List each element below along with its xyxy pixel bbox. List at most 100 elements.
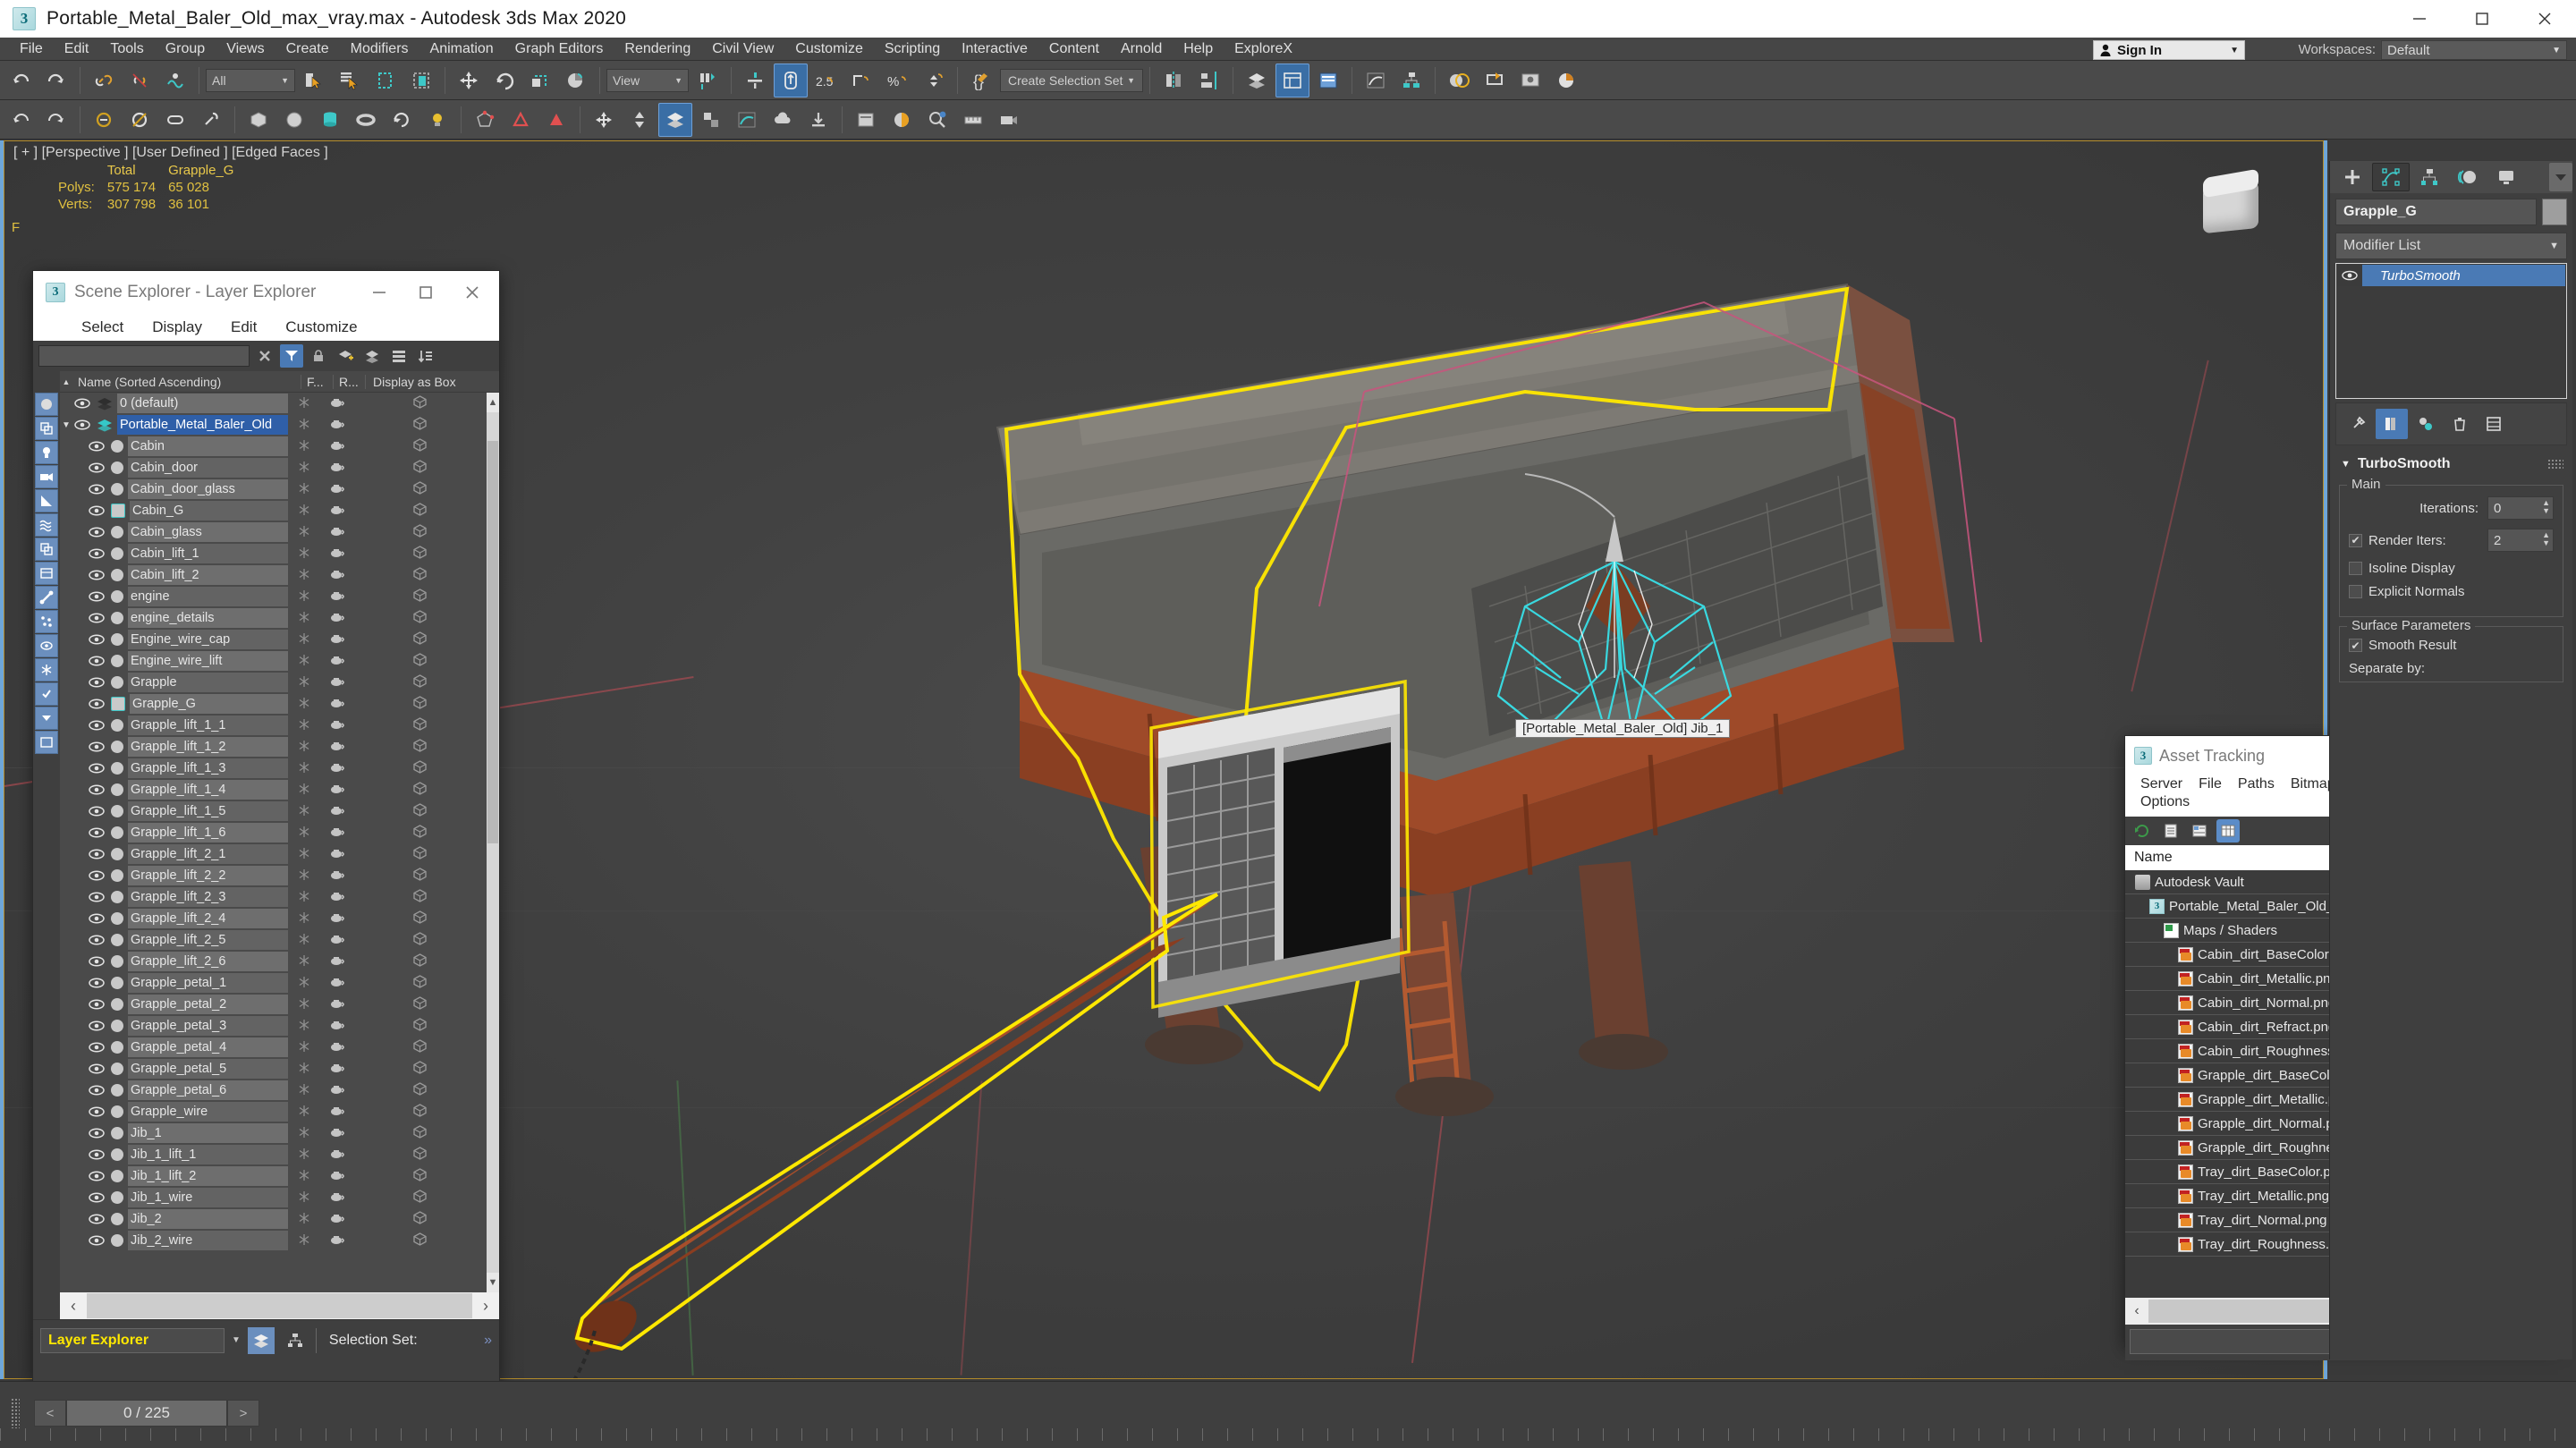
- layer-name[interactable]: Grapple_lift_1_5: [128, 801, 288, 821]
- object-color-swatch[interactable]: [111, 1105, 123, 1118]
- layer-row[interactable]: Grapple_petal_5: [60, 1058, 487, 1080]
- freeze-toggle-icon[interactable]: [288, 826, 320, 841]
- display-as-box-toggle-icon[interactable]: [352, 695, 487, 713]
- se-menu-select[interactable]: Select: [67, 318, 138, 336]
- display-as-box-toggle-icon[interactable]: [352, 1081, 487, 1099]
- object-color-swatch[interactable]: [111, 1191, 123, 1204]
- vertex-subobject-icon[interactable]: [468, 103, 502, 137]
- visibility-toggle-icon[interactable]: [87, 505, 106, 516]
- wrench-tool-icon[interactable]: [194, 103, 228, 137]
- display-as-box-toggle-icon[interactable]: [352, 416, 487, 434]
- renderable-toggle-icon[interactable]: [320, 890, 352, 904]
- filter-groups-icon[interactable]: [35, 538, 58, 561]
- menu-edit[interactable]: Edit: [54, 38, 100, 61]
- freeze-toggle-icon[interactable]: [288, 1147, 320, 1163]
- se-menu-edit[interactable]: Edit: [216, 318, 271, 336]
- object-color-swatch[interactable]: [111, 891, 123, 903]
- toggle-scene-explorer-icon[interactable]: [1275, 63, 1309, 97]
- display-as-box-toggle-icon[interactable]: [352, 1124, 487, 1142]
- filter-lights-icon[interactable]: [35, 441, 58, 464]
- renderable-toggle-icon[interactable]: [320, 826, 352, 840]
- renderable-toggle-icon[interactable]: [320, 1105, 352, 1119]
- unlink-icon[interactable]: [123, 103, 157, 137]
- renderable-toggle-icon[interactable]: [320, 1062, 352, 1076]
- menu-create[interactable]: Create: [275, 38, 340, 61]
- display-as-box-toggle-icon[interactable]: [352, 394, 487, 412]
- layer-name[interactable]: Grapple_lift_2_3: [128, 887, 288, 907]
- edit-named-selection-sets-icon[interactable]: {}: [964, 64, 998, 97]
- layer-row[interactable]: Cabin_lift_1: [60, 543, 487, 564]
- freeze-toggle-icon[interactable]: [288, 1212, 320, 1227]
- select-and-rotate-icon[interactable]: [487, 64, 521, 97]
- freeze-toggle-icon[interactable]: [288, 461, 320, 476]
- display-as-box-toggle-icon[interactable]: [352, 673, 487, 691]
- renderable-toggle-icon[interactable]: [320, 611, 352, 625]
- display-as-box-toggle-icon[interactable]: [352, 910, 487, 927]
- display-tab[interactable]: [2487, 163, 2525, 191]
- use-pivot-point-center-icon[interactable]: [691, 64, 724, 97]
- display-as-box-toggle-icon[interactable]: [352, 609, 487, 627]
- layer-row[interactable]: engine: [60, 586, 487, 607]
- group-icon[interactable]: [111, 697, 125, 711]
- content-browser-icon[interactable]: [849, 103, 883, 137]
- layer-name[interactable]: Jib_1_lift_2: [128, 1166, 288, 1186]
- expand-all-icon[interactable]: [360, 344, 384, 368]
- display-as-box-toggle-icon[interactable]: [352, 1189, 487, 1207]
- show-end-result-icon[interactable]: [2376, 409, 2408, 439]
- display-as-box-toggle-icon[interactable]: [352, 974, 487, 992]
- isoline-display-checkbox[interactable]: Isoline Display: [2349, 561, 2554, 576]
- viewport-label[interactable]: [ + ] [Perspective ] [User Defined ] [Ed…: [13, 145, 328, 161]
- object-color-swatch[interactable]: [111, 612, 123, 624]
- object-color-swatch[interactable]: [111, 547, 123, 560]
- visibility-toggle-icon[interactable]: [72, 398, 92, 409]
- remove-modifier-icon[interactable]: [2444, 409, 2476, 439]
- layer-name[interactable]: engine: [128, 587, 288, 606]
- object-color-swatch[interactable]: [111, 1127, 123, 1139]
- layer-name[interactable]: Jib_2: [128, 1209, 288, 1229]
- renderable-toggle-icon[interactable]: [320, 761, 352, 775]
- visibility-toggle-icon[interactable]: [87, 570, 106, 580]
- layer-name[interactable]: Grapple_lift_1_3: [128, 758, 288, 778]
- modifier-visibility-toggle-icon[interactable]: [2337, 265, 2362, 286]
- toggle-layer-explorer-icon[interactable]: [1240, 64, 1274, 97]
- visibility-toggle-icon[interactable]: [87, 1171, 106, 1181]
- visibility-toggle-icon[interactable]: [87, 913, 106, 924]
- object-color-swatch[interactable]: [111, 1148, 123, 1161]
- cylinder-primitive-icon[interactable]: [313, 103, 347, 137]
- visibility-toggle-icon[interactable]: [87, 892, 106, 902]
- hscroll-track[interactable]: [87, 1293, 472, 1318]
- create-tab[interactable]: [2334, 163, 2371, 191]
- add-layer-icon[interactable]: [334, 344, 357, 368]
- layer-row[interactable]: Grapple_lift_1_3: [60, 758, 487, 779]
- layers-icon[interactable]: [97, 419, 113, 432]
- renderable-toggle-icon[interactable]: [320, 1212, 352, 1226]
- view-cube[interactable]: [2192, 168, 2269, 245]
- layer-name[interactable]: Grapple_lift_2_2: [128, 866, 288, 885]
- minimize-button[interactable]: [2388, 0, 2451, 38]
- visibility-toggle-icon[interactable]: [87, 784, 106, 795]
- visibility-toggle-icon[interactable]: [87, 827, 106, 838]
- layer-row[interactable]: Grapple_petal_1: [60, 972, 487, 994]
- refresh-icon[interactable]: [2131, 819, 2154, 843]
- freeze-toggle-icon[interactable]: [288, 847, 320, 862]
- link-constraint-icon[interactable]: [87, 103, 121, 137]
- object-color-swatch[interactable]: [111, 1084, 123, 1097]
- visibility-toggle-icon[interactable]: [87, 548, 106, 559]
- object-color-swatch[interactable]: [111, 590, 123, 603]
- freeze-toggle-icon[interactable]: [288, 976, 320, 991]
- freeze-toggle-icon[interactable]: [288, 890, 320, 905]
- filter-shapes-icon[interactable]: [35, 417, 58, 440]
- menu-customize[interactable]: Customize: [784, 38, 874, 61]
- layer-toggle-icon[interactable]: [658, 102, 692, 137]
- menu-civil-view[interactable]: Civil View: [701, 38, 784, 61]
- freeze-toggle-icon[interactable]: [288, 1105, 320, 1120]
- layer-name[interactable]: Engine_wire_cap: [128, 630, 288, 649]
- object-color-swatch[interactable]: [111, 869, 123, 882]
- layer-name[interactable]: Grapple: [128, 673, 288, 692]
- percent-snap-toggle-icon[interactable]: [845, 64, 879, 97]
- object-color-swatch[interactable]: [111, 719, 123, 732]
- unlink-selection-icon[interactable]: [123, 64, 157, 97]
- visibility-toggle-icon[interactable]: [87, 999, 106, 1010]
- undo-view-icon[interactable]: [4, 103, 38, 137]
- display-as-box-toggle-icon[interactable]: [352, 953, 487, 970]
